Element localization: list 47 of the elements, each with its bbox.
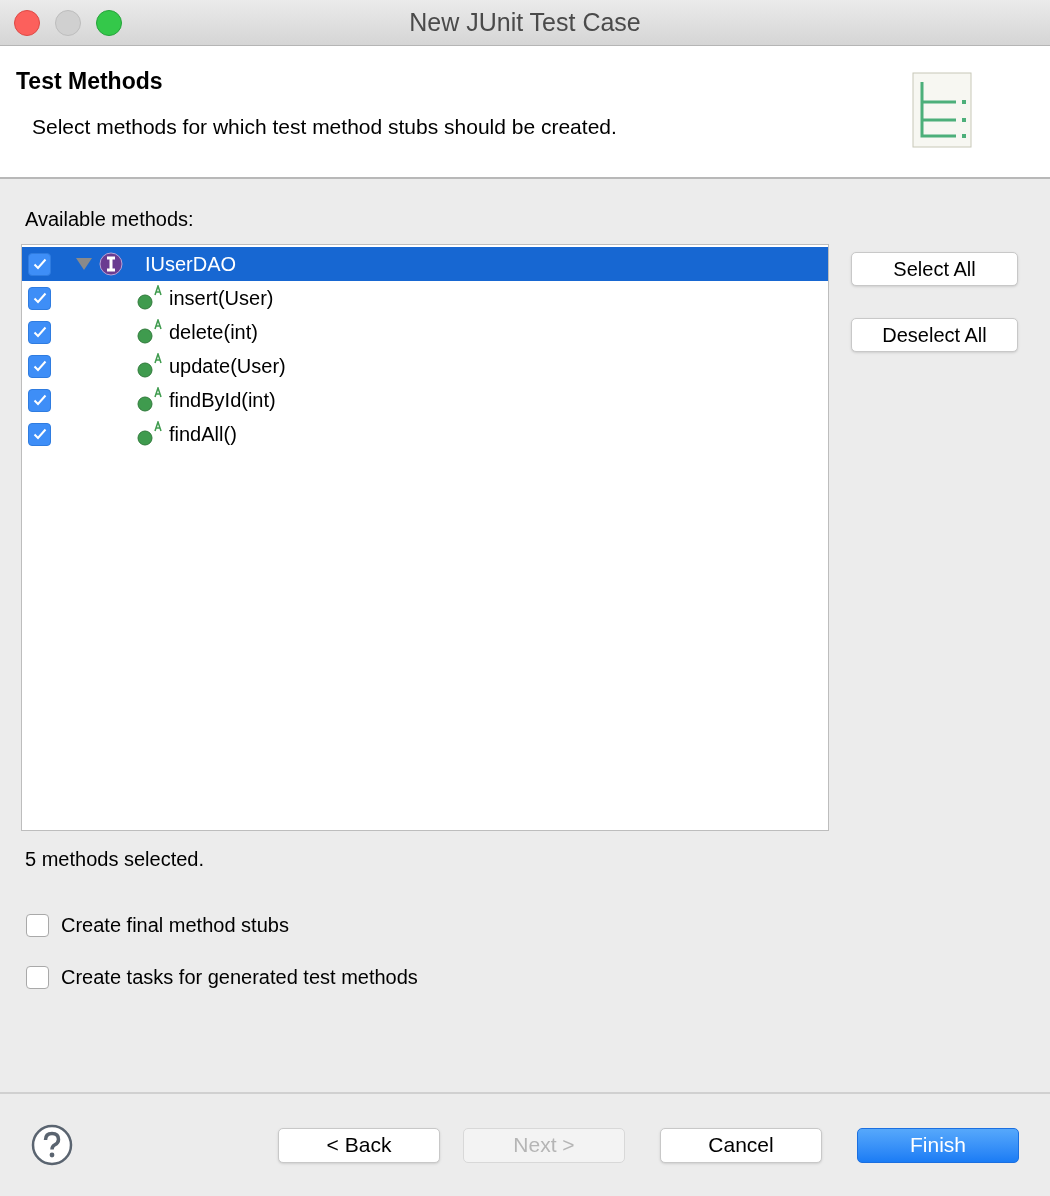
checkmark-icon	[32, 326, 47, 338]
method-icon	[137, 285, 165, 311]
tree-item-label: findById(int)	[169, 388, 276, 413]
dialog-button[interactable]: < Back	[278, 1127, 440, 1163]
checkmark-icon	[32, 292, 47, 304]
side-button[interactable]: Deselect All	[851, 318, 1018, 352]
tree-item-label: update(User)	[169, 354, 286, 379]
tree-checkbox[interactable]	[28, 354, 51, 378]
side-button[interactable]: Select All	[851, 252, 1018, 286]
tree-item-label: delete(int)	[169, 320, 258, 345]
tree-row[interactable]: IUserDAO	[22, 247, 828, 281]
tree-row[interactable]: findById(int)	[22, 383, 828, 417]
tree-item-label: IUserDAO	[145, 252, 237, 277]
available-methods-label: Available methods:	[25, 207, 194, 232]
close-window-button[interactable]	[14, 9, 40, 36]
checkmark-icon	[32, 258, 47, 270]
interface-icon	[99, 252, 123, 276]
tree-checkbox[interactable]	[28, 252, 51, 276]
selection-count-text: 5 methods selected.	[25, 847, 204, 872]
method-icon	[137, 353, 165, 379]
tree-row[interactable]: findAll()	[22, 417, 828, 451]
tree-row[interactable]: delete(int)	[22, 315, 828, 349]
tree-checkbox[interactable]	[28, 388, 51, 412]
tree-item-label: insert(User)	[169, 286, 274, 311]
option-label: Create final method stubs	[61, 913, 289, 938]
method-icon	[137, 421, 165, 447]
checkmark-icon	[32, 360, 47, 372]
page-title: Test Methods	[16, 67, 163, 96]
tree-checkbox[interactable]	[28, 286, 51, 310]
checkmark-icon	[32, 394, 47, 406]
option-checkbox[interactable]	[26, 913, 49, 937]
page-description: Select methods for which test method stubs should be created.	[32, 113, 617, 140]
method-icon	[137, 387, 165, 413]
tree-row[interactable]: insert(User)	[22, 281, 828, 315]
dialog-button[interactable]: Cancel	[660, 1127, 822, 1163]
tree-checkbox[interactable]	[28, 422, 51, 446]
method-icon	[137, 319, 165, 345]
tree-checkbox[interactable]	[28, 320, 51, 344]
wizard-banner-icon	[912, 72, 974, 150]
zoom-window-button[interactable]	[96, 9, 122, 36]
checkmark-icon	[32, 428, 47, 440]
window-title: New JUnit Test Case	[409, 6, 641, 38]
option-checkbox[interactable]	[26, 965, 49, 989]
tree-row[interactable]: update(User)	[22, 349, 828, 383]
help-icon[interactable]	[31, 1124, 73, 1166]
tree-item-label: findAll()	[169, 422, 237, 447]
option-label: Create tasks for generated test methods	[61, 965, 418, 990]
